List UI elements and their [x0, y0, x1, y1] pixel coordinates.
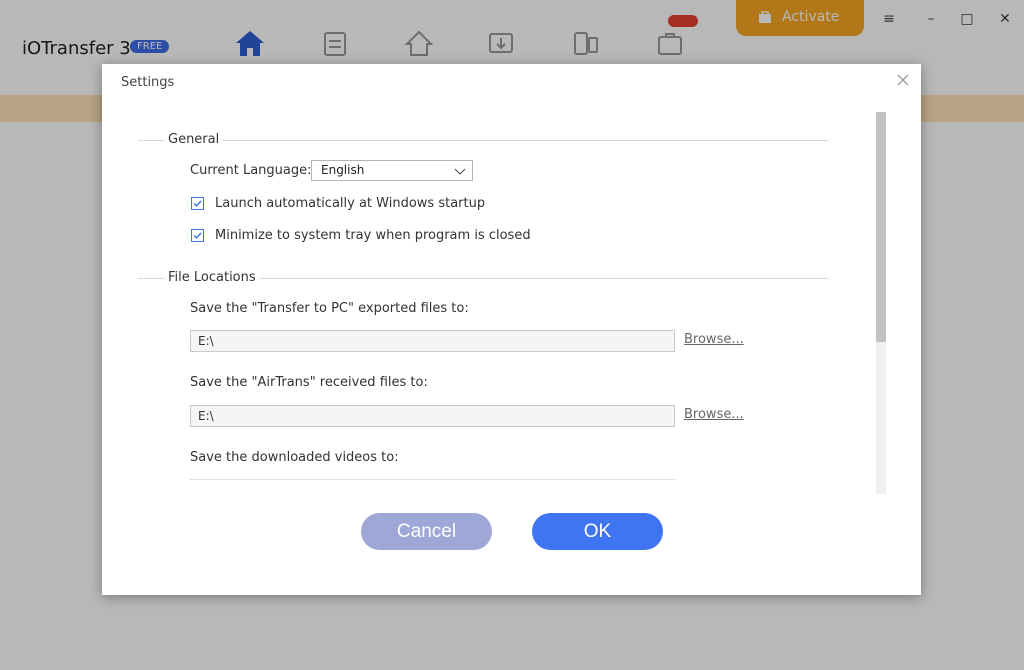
- file-locations-section-title: File Locations: [164, 270, 260, 285]
- close-icon[interactable]: [895, 72, 911, 88]
- settings-dialog: Settings General Current Language: Engli…: [102, 64, 921, 595]
- language-select[interactable]: English: [311, 160, 473, 181]
- transfer-browse-link[interactable]: Browse...: [684, 332, 744, 347]
- airtrans-path-input[interactable]: [190, 405, 675, 427]
- videos-path-input[interactable]: [190, 479, 675, 480]
- airtrans-browse-link[interactable]: Browse...: [684, 407, 744, 422]
- transfer-path-label: Save the "Transfer to PC" exported files…: [190, 301, 469, 316]
- launch-startup-checkbox[interactable]: [191, 197, 204, 210]
- transfer-path-input[interactable]: [190, 330, 675, 352]
- videos-path-label: Save the downloaded videos to:: [190, 450, 399, 465]
- minimize-tray-checkbox[interactable]: [191, 229, 204, 242]
- cancel-button[interactable]: Cancel: [361, 513, 492, 550]
- ok-button[interactable]: OK: [532, 513, 663, 550]
- launch-startup-label: Launch automatically at Windows startup: [215, 196, 486, 211]
- checkmark-icon: [193, 200, 202, 208]
- language-value: English: [321, 163, 365, 177]
- dialog-title: Settings: [121, 75, 175, 90]
- language-label: Current Language:: [190, 163, 312, 178]
- minimize-tray-label: Minimize to system tray when program is …: [215, 228, 531, 243]
- settings-content: General Current Language: English Launch…: [102, 112, 877, 494]
- checkmark-icon: [193, 232, 202, 240]
- scrollbar-thumb[interactable]: [876, 112, 886, 342]
- settings-scrollbar[interactable]: [876, 112, 886, 494]
- general-section-title: General: [164, 132, 224, 147]
- section-divider: [138, 140, 828, 141]
- chevron-down-icon: [454, 168, 466, 175]
- airtrans-path-label: Save the "AirTrans" received files to:: [190, 375, 428, 390]
